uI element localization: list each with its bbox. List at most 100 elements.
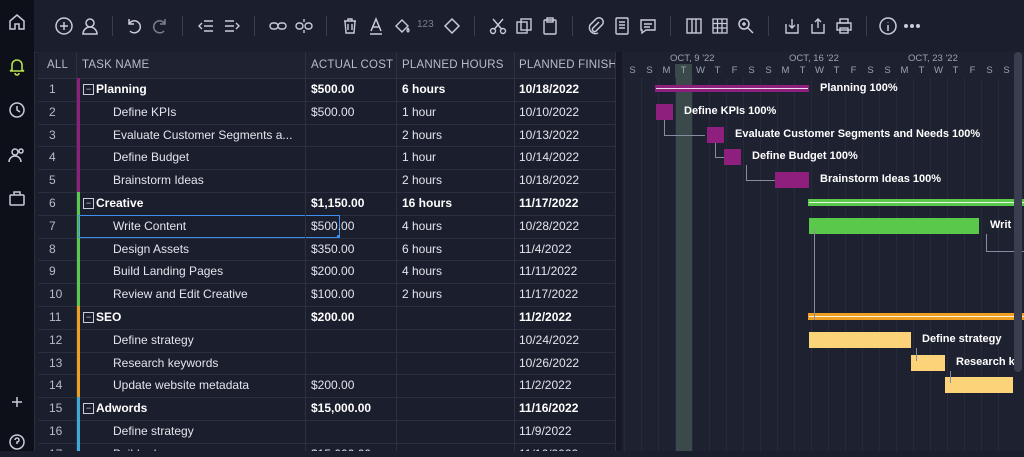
task-name-cell[interactable]: Build ads [113, 443, 299, 451]
indent-icon[interactable] [220, 14, 244, 38]
planned-hours-cell[interactable]: 6 hours [402, 238, 442, 261]
export-icon[interactable] [806, 14, 830, 38]
milestone-icon[interactable] [440, 14, 464, 38]
task-name-cell[interactable]: Define strategy [113, 329, 299, 352]
more-options-icon[interactable] [900, 14, 924, 38]
planned-finish-cell[interactable]: 10/18/2022 [519, 78, 579, 101]
task-name-cell[interactable]: SEO [96, 306, 299, 329]
attachment-icon[interactable] [584, 14, 608, 38]
copy-icon[interactable] [512, 14, 536, 38]
column-header-task-name[interactable]: TASK NAME [82, 52, 149, 78]
table-row[interactable]: 7 Write Content $500.00 4 hours 10/28/2022 [38, 214, 615, 239]
help-icon[interactable] [7, 432, 27, 452]
planned-finish-cell[interactable]: 10/13/2022 [519, 124, 579, 147]
summary-bar[interactable] [656, 86, 808, 91]
task-name-cell[interactable]: Brainstorm Ideas [113, 169, 299, 192]
planned-finish-cell[interactable]: 11/4/2022 [519, 238, 572, 261]
number-format-label[interactable]: 123 [417, 19, 434, 30]
table-row[interactable]: 16 Define strategy 11/9/2022 [38, 420, 615, 444]
collapse-toggle-icon[interactable]: − [83, 198, 94, 209]
actual-cost-cell[interactable]: $15,000.00 [311, 443, 371, 451]
summary-bar[interactable] [809, 200, 1024, 205]
table-row[interactable]: 13 Research keywords 10/26/2022 [38, 351, 615, 376]
table-row[interactable]: 12 Define strategy 10/24/2022 [38, 328, 615, 353]
task-bar[interactable] [809, 217, 979, 234]
table-icon[interactable] [708, 14, 732, 38]
redo-icon[interactable] [148, 14, 172, 38]
task-name-cell[interactable]: Adwords [96, 397, 299, 420]
task-name-cell[interactable]: Review and Edit Creative [113, 283, 299, 306]
actual-cost-cell[interactable]: $15,000.00 [311, 397, 371, 420]
task-bar[interactable] [724, 149, 741, 166]
briefcase-icon[interactable] [7, 188, 27, 208]
planned-hours-cell[interactable]: 1 hour [402, 101, 436, 124]
column-header-planned-hours[interactable]: PLANNED HOURS [402, 52, 504, 78]
table-row[interactable]: 11 − SEO $200.00 11/2/2022 [38, 306, 615, 330]
task-name-cell[interactable]: Creative [96, 192, 299, 215]
comment-icon[interactable] [636, 14, 660, 38]
planned-finish-cell[interactable]: 11/16/2022 [519, 397, 578, 420]
task-bar[interactable] [945, 377, 1013, 394]
notification-bell-icon[interactable] [7, 56, 27, 76]
unlink-icon[interactable] [292, 14, 316, 38]
planned-hours-cell[interactable]: 2 hours [402, 283, 442, 306]
delete-icon[interactable] [338, 14, 362, 38]
add-task-icon[interactable] [52, 14, 76, 38]
task-name-cell[interactable]: Build Landing Pages [113, 260, 299, 283]
actual-cost-cell[interactable]: $500.00 [311, 101, 354, 124]
column-header-planned-finish[interactable]: PLANNED FINISH [519, 52, 615, 78]
planned-finish-cell[interactable]: 10/26/2022 [519, 352, 579, 375]
task-name-cell[interactable]: Evaluate Customer Segments a... [113, 124, 299, 147]
table-row[interactable]: 2 Define KPIs $500.00 1 hour 10/10/2022 [38, 100, 615, 125]
task-name-cell[interactable]: Define strategy [113, 420, 299, 443]
task-name-cell[interactable]: Design Assets [113, 238, 299, 261]
info-icon[interactable] [876, 14, 900, 38]
actual-cost-cell[interactable]: $100.00 [311, 283, 354, 306]
text-format-icon[interactable] [364, 14, 388, 38]
planned-finish-cell[interactable]: 11/2/2022 [519, 306, 572, 329]
actual-cost-cell[interactable]: $500.00 [311, 78, 354, 101]
paste-icon[interactable] [538, 14, 562, 38]
task-name-cell[interactable]: Define Budget [113, 146, 299, 169]
planned-finish-cell[interactable]: 10/10/2022 [519, 101, 579, 124]
collapse-toggle-icon[interactable]: − [83, 403, 94, 415]
planned-finish-cell[interactable]: 11/9/2022 [519, 420, 572, 443]
import-icon[interactable] [780, 14, 804, 38]
planned-finish-cell[interactable]: 11/17/2022 [519, 192, 578, 215]
task-bar[interactable] [775, 172, 809, 189]
table-row[interactable]: 6 − Creative $1,150.00 16 hours 11/17/2022 [38, 192, 615, 216]
split-columns-icon[interactable] [682, 14, 706, 38]
planned-hours-cell[interactable]: 4 hours [402, 215, 442, 238]
actual-cost-cell[interactable]: $1,150.00 [311, 192, 364, 215]
vertical-scrollbar[interactable] [1014, 52, 1022, 372]
planned-hours-cell[interactable]: 6 hours [402, 78, 445, 101]
assign-user-icon[interactable] [78, 14, 102, 38]
clock-icon[interactable] [7, 100, 27, 120]
task-name-cell[interactable]: Update website metadata [113, 374, 299, 397]
actual-cost-cell[interactable]: $500.00 [311, 215, 354, 238]
planned-finish-cell[interactable]: 11/17/2022 [519, 283, 578, 306]
planned-hours-cell[interactable]: 1 hour [402, 146, 436, 169]
planned-hours-cell[interactable]: 2 hours [402, 124, 442, 147]
table-row[interactable]: 1 − Planning $500.00 6 hours 10/18/2022 [38, 78, 615, 102]
column-header-actual-cost[interactable]: ACTUAL COST [311, 52, 393, 78]
add-icon[interactable] [7, 392, 27, 412]
home-icon[interactable] [7, 12, 27, 32]
notes-icon[interactable] [610, 14, 634, 38]
undo-icon[interactable] [122, 14, 146, 38]
print-icon[interactable] [832, 14, 856, 38]
collapse-toggle-icon[interactable]: − [83, 312, 94, 323]
table-row[interactable]: 9 Build Landing Pages $200.00 4 hours 11/11/… [38, 260, 615, 285]
table-row[interactable]: 10 Review and Edit Creative $100.00 2 hours… [38, 283, 615, 307]
task-bar[interactable] [656, 103, 673, 120]
table-row[interactable]: 15 − Adwords $15,000.00 11/16/2022 [38, 397, 615, 421]
task-name-cell[interactable]: Research keywords [113, 352, 299, 375]
table-row[interactable]: 5 Brainstorm Ideas 2 hours 10/18/2022 [38, 169, 615, 193]
planned-finish-cell[interactable]: 10/18/2022 [519, 169, 579, 192]
outdent-icon[interactable] [194, 14, 218, 38]
task-bar[interactable] [809, 331, 911, 348]
planned-hours-cell[interactable]: 4 hours [402, 260, 442, 283]
table-row[interactable]: 3 Evaluate Customer Segments a... 2 hours 1… [38, 123, 615, 148]
planned-finish-cell[interactable]: 11/2/2022 [519, 374, 572, 397]
table-row[interactable]: 8 Design Assets $350.00 6 hours 11/4/2022 [38, 237, 615, 262]
